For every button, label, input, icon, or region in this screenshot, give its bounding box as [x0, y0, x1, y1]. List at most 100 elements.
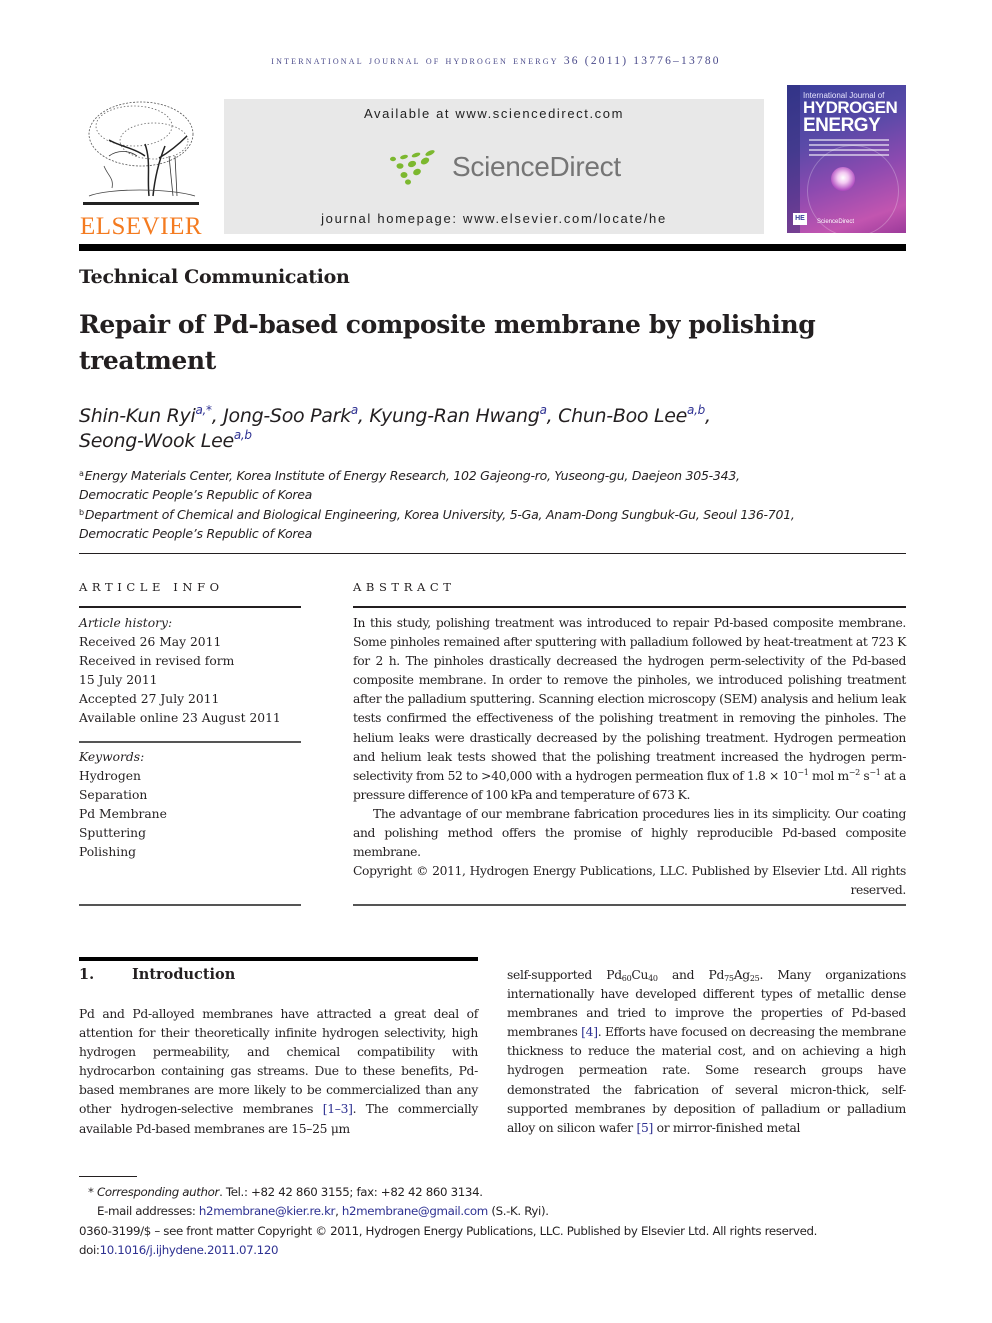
body-text: Pd and Pd-alloyed membranes have attract…: [79, 1007, 478, 1117]
author-affiliation-link[interactable]: a,*: [195, 403, 212, 417]
affiliation-country: Democratic People’s Republic of Korea: [79, 525, 313, 541]
author-separator: ,: [546, 405, 559, 427]
article-type: Technical Communication: [79, 266, 350, 288]
abstract-rule: [353, 904, 906, 906]
body-text: . Efforts have focused on decreasing the…: [507, 1025, 906, 1135]
history-item: Received 26 May 2011: [79, 635, 222, 650]
exponent: −1: [869, 767, 881, 777]
cover-title-line3: ENERGY: [803, 115, 881, 136]
abstract-paragraph: In this study, polishing treatment was i…: [353, 614, 906, 805]
subscript: 40: [648, 974, 658, 983]
article-info-rule: [79, 904, 301, 906]
article-info-rule: [79, 606, 301, 608]
sciencedirect-banner: Available at www.sciencedirect.com Scien…: [224, 99, 764, 234]
abstract-heading: ABSTRACT: [353, 580, 456, 594]
author-name: Jong-Soo Park: [223, 405, 351, 427]
body-text: or mirror-finished metal: [653, 1120, 801, 1135]
history-item: Accepted 27 July 2011: [79, 692, 220, 707]
author-name: Kyung-Ran Hwang: [369, 405, 540, 427]
running-head: International Journal of Hydrogen Energy…: [271, 55, 721, 67]
abstract-text: mol m: [808, 768, 849, 783]
author-affiliation-link[interactable]: a: [540, 403, 547, 417]
section-number: 1.: [79, 966, 95, 983]
keywords-list: Keywords: Hydrogen Separation Pd Membran…: [79, 748, 301, 863]
corresponding-author-label: Corresponding author: [96, 1185, 220, 1199]
available-at-link[interactable]: Available at www.sciencedirect.com: [224, 106, 764, 121]
affiliation-text: Department of Chemical and Biological En…: [84, 506, 795, 522]
journal-homepage-link[interactable]: journal homepage: www.elsevier.com/locat…: [224, 211, 764, 226]
body-column-left: Pd and Pd-alloyed membranes have attract…: [79, 1005, 478, 1139]
doi-link[interactable]: 10.1016/j.ijhydene.2011.07.120: [100, 1243, 279, 1257]
history-item: 15 July 2011: [79, 673, 158, 688]
cover-he-badge: HE: [793, 213, 807, 225]
doi-line: doi:10.1016/j.ijhydene.2011.07.120: [79, 1241, 906, 1260]
keyword-item: Polishing: [79, 845, 136, 860]
abstract-paragraph: The advantage of our membrane fabricatio…: [353, 806, 906, 860]
sciencedirect-dots-icon: [390, 150, 435, 185]
affiliation-text: Energy Materials Center, Korea Institute…: [84, 468, 740, 483]
doi-label: doi:: [79, 1242, 100, 1257]
history-item: Received in revised form: [79, 654, 235, 669]
affiliation-marker: a: [79, 469, 84, 478]
email-link[interactable]: h2membrane@gmail.com: [342, 1204, 488, 1218]
citation-link[interactable]: [4]: [581, 1025, 598, 1039]
elsevier-wordmark: ELSEVIER: [79, 213, 203, 240]
elsevier-tree-icon: [83, 101, 199, 205]
affiliation-list: aEnergy Materials Center, Korea Institut…: [79, 466, 839, 543]
email-note: E-mail addresses: h2membrane@kier.re.kr,…: [79, 1202, 906, 1221]
affiliation-b: bDepartment of Chemical and Biological E…: [79, 505, 839, 524]
keyword-item: Hydrogen: [79, 769, 141, 784]
footnote-marker: *: [88, 1185, 97, 1199]
author-name: Chun-Boo Lee: [558, 405, 688, 427]
email-label: E-mail addresses:: [97, 1204, 199, 1219]
cover-orb-icon: [831, 167, 855, 191]
header-divider: [79, 244, 906, 251]
keyword-item: Sputtering: [79, 826, 146, 841]
corresponding-author-note: * Corresponding author. Tel.: +82 42 860…: [79, 1183, 906, 1202]
cover-title-line2: HYDROGEN: [803, 98, 898, 117]
author-separator: ,: [211, 405, 224, 427]
subscript: 60: [621, 974, 632, 983]
article-info-rule: [79, 741, 301, 743]
abstract-text: s: [859, 768, 870, 783]
author-affiliation-link[interactable]: a,b: [234, 428, 252, 442]
author-affiliation-link[interactable]: a: [351, 403, 358, 417]
article-info-heading: ARTICLE INFO: [79, 580, 224, 594]
abstract-rule: [353, 606, 906, 608]
article-title: Repair of Pd-based composite membrane by…: [79, 310, 816, 375]
elsevier-logo[interactable]: ELSEVIER: [79, 96, 203, 240]
author-separator: ,: [357, 405, 370, 427]
section-title: Introduction: [132, 966, 236, 983]
affiliation-a: aEnergy Materials Center, Korea Institut…: [79, 466, 839, 485]
abstract-body: In this study, polishing treatment was i…: [353, 614, 906, 900]
footnotes: * Corresponding author. Tel.: +82 42 860…: [79, 1183, 906, 1260]
keyword-item: Separation: [79, 788, 148, 803]
body-text: and Pd: [657, 968, 725, 982]
abstract-text: In this study, polishing treatment was i…: [353, 616, 906, 783]
author-name: Seong-Wook Lee: [79, 430, 234, 452]
author-name: Shin-Kun Ryi: [79, 405, 196, 427]
footnote-rule: [79, 1176, 137, 1177]
subscript: 25: [749, 974, 760, 983]
affiliation-country: Democratic People’s Republic of Korea: [79, 487, 313, 503]
exponent: −2: [848, 767, 860, 777]
contact-phone-fax: . Tel.: +82 42 860 3155; fax: +82 42 860…: [219, 1185, 483, 1199]
keywords-label: Keywords:: [79, 750, 145, 764]
author-list: Shin-Kun Ryia,*, Jong-Soo Parka, Kyung-R…: [79, 404, 879, 454]
history-item: Available online 23 August 2011: [79, 711, 281, 726]
article-history: Article history: Received 26 May 2011 Re…: [79, 614, 301, 729]
exponent: −1: [797, 767, 809, 777]
sciencedirect-logo[interactable]: ScienceDirect: [388, 147, 621, 187]
body-column-right: self-supported Pd60Cu40 and Pd75Ag25. Ma…: [507, 966, 906, 1138]
body-text: Ag: [733, 968, 750, 982]
article-history-label: Article history:: [79, 616, 173, 630]
author-affiliation-link[interactable]: a,b: [687, 403, 705, 417]
journal-cover-thumbnail[interactable]: International Journal of HYDROGEN ENERGY…: [787, 85, 906, 233]
abstract-copyright: Copyright © 2011, Hydrogen Energy Public…: [353, 864, 906, 898]
citation-link[interactable]: [5]: [637, 1121, 654, 1135]
author-separator: ,: [704, 405, 711, 427]
cover-spine-strip: [787, 85, 800, 233]
email-link[interactable]: h2membrane@kier.re.kr: [199, 1204, 335, 1218]
subscript: 75: [724, 974, 734, 983]
citation-link[interactable]: [1–3]: [323, 1102, 353, 1116]
